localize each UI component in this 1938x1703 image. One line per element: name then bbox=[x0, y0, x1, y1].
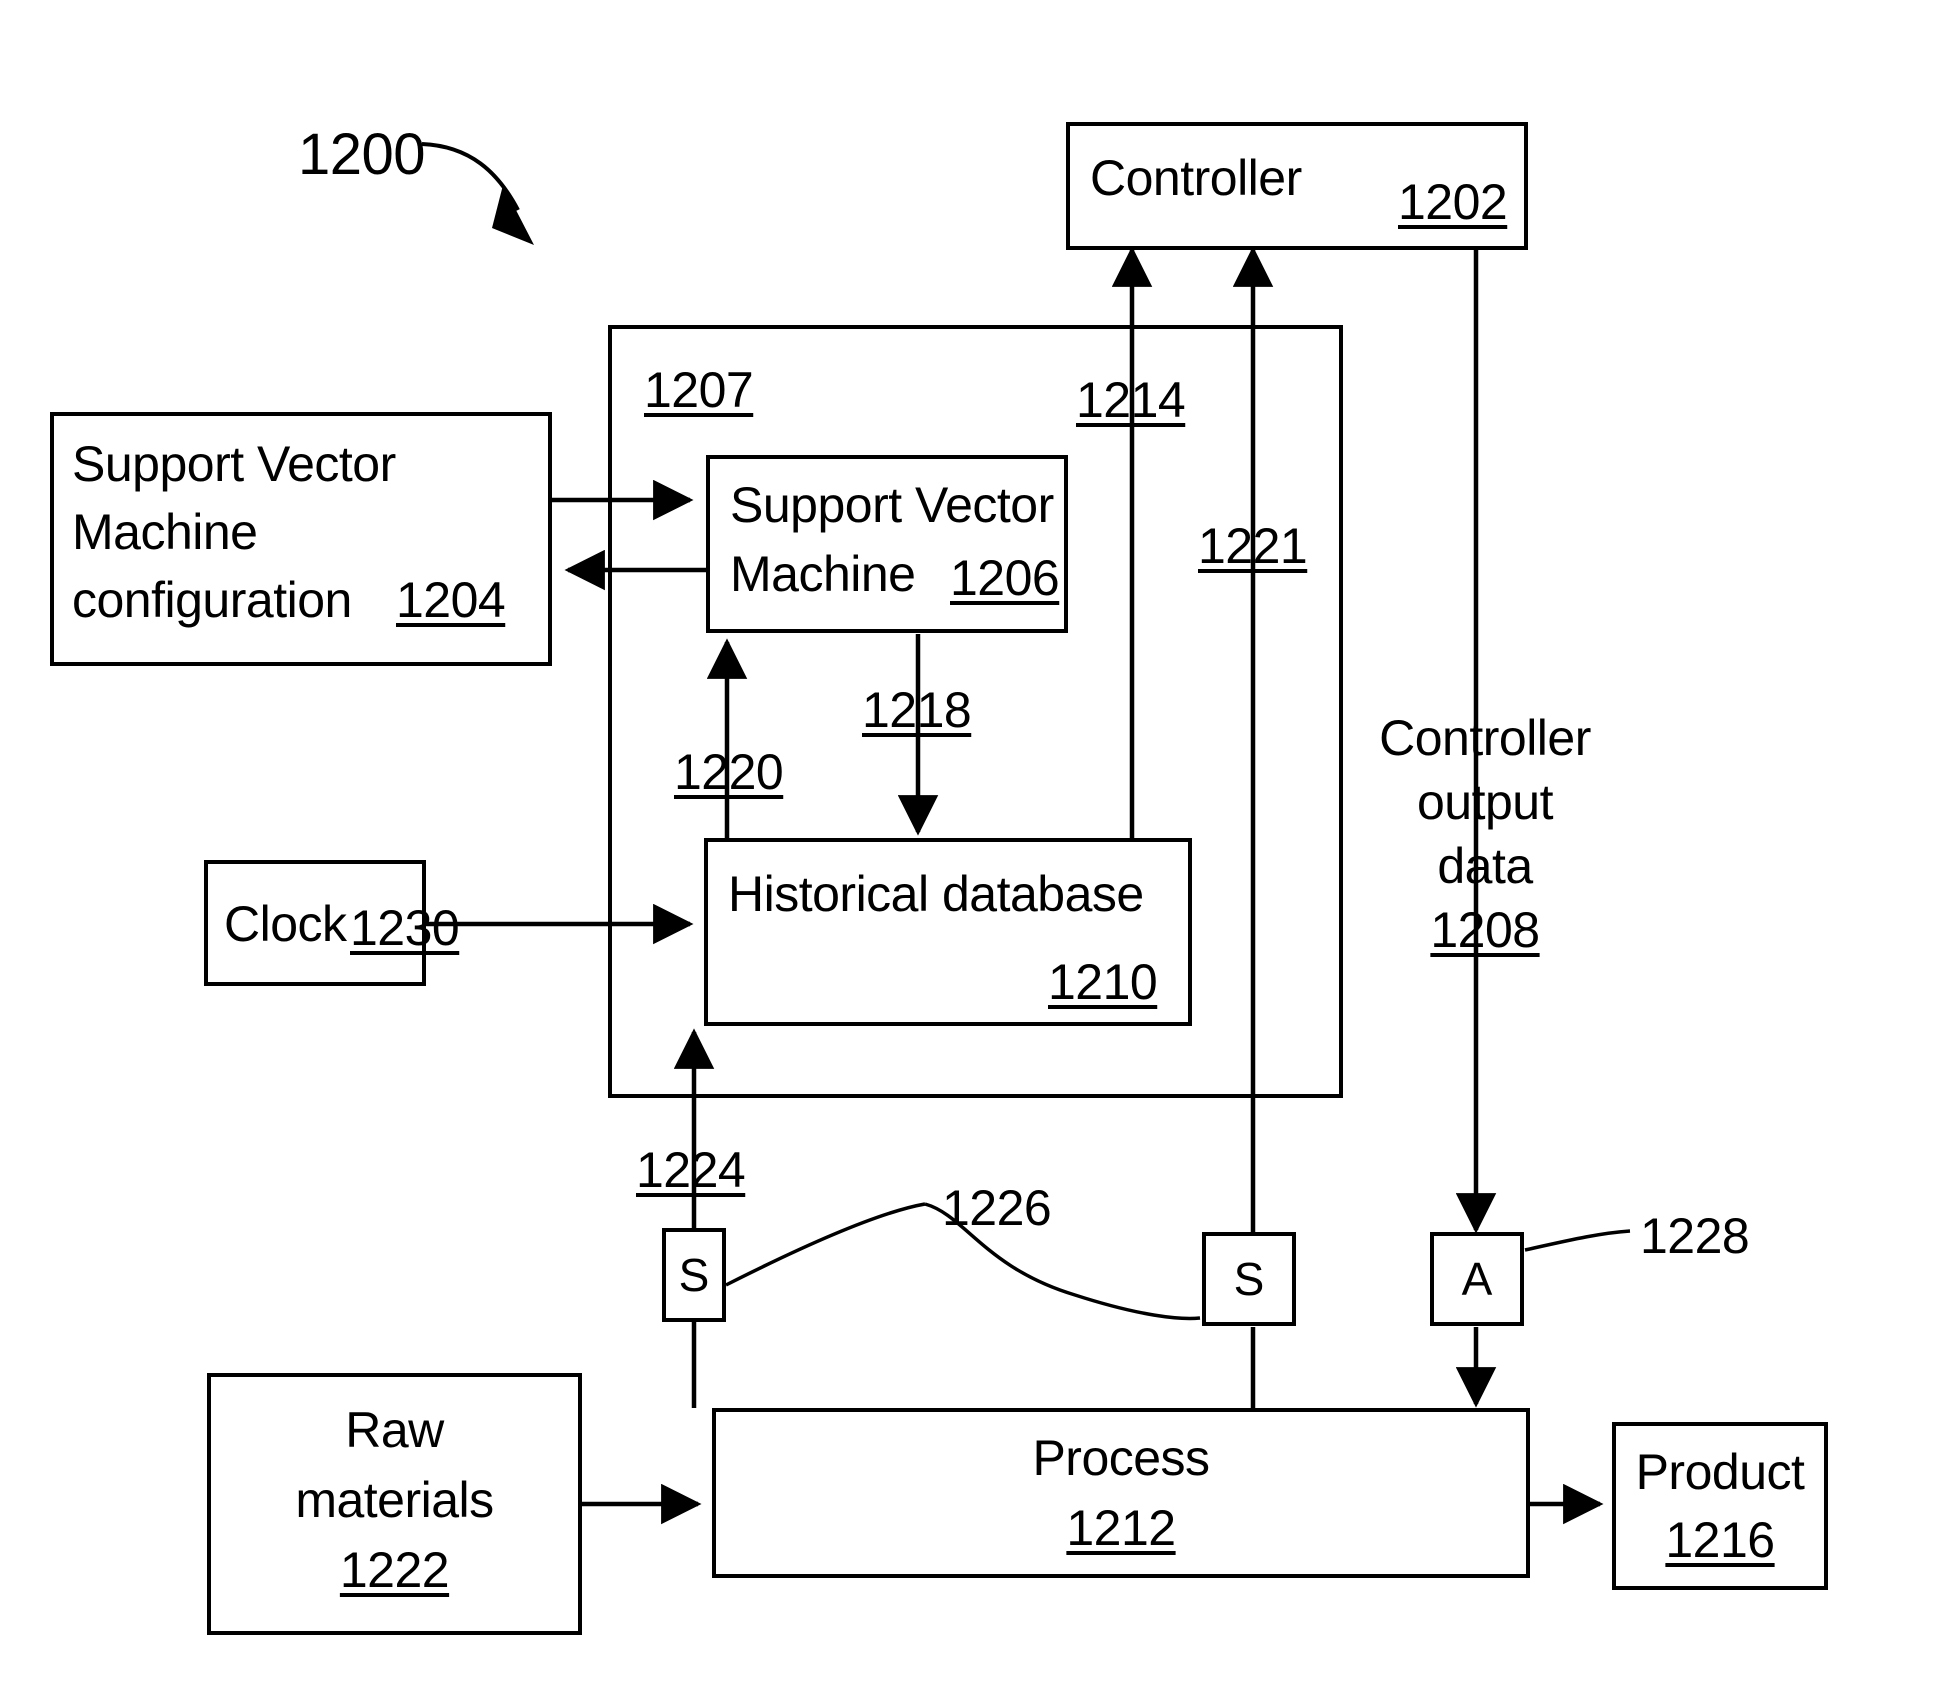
leader-1200-arrowhead bbox=[492, 185, 534, 245]
connector-1221-ref: 1221 bbox=[1198, 518, 1308, 574]
connector-1224-ref: 1224 bbox=[636, 1142, 746, 1198]
figure-canvas: 1207 Controller 1202 Support Vector Mach… bbox=[0, 0, 1938, 1703]
controller-output-data-line1: Controller bbox=[1379, 710, 1591, 766]
svm-configuration-line3: configuration bbox=[72, 572, 352, 628]
process-label: Process bbox=[1032, 1430, 1210, 1486]
leader-1226-left bbox=[725, 1202, 926, 1287]
historical-database-label: Historical database bbox=[728, 866, 1144, 922]
svm-configuration-line1: Support Vector bbox=[72, 436, 396, 492]
sensor-left[interactable]: S bbox=[662, 1228, 726, 1322]
actuator[interactable]: A bbox=[1430, 1232, 1524, 1326]
controller-output-data-line2: output bbox=[1416, 774, 1554, 830]
connector-1218-ref: 1218 bbox=[862, 682, 972, 738]
historical-database-ref: 1210 bbox=[1048, 954, 1158, 1010]
svm-line1: Support Vector bbox=[730, 477, 1054, 533]
connector-1228-ref: 1228 bbox=[1640, 1208, 1750, 1264]
clock-label: Clock bbox=[224, 896, 347, 952]
svm-configuration-line2: Machine bbox=[72, 504, 258, 560]
connector-1220-ref: 1220 bbox=[674, 744, 784, 800]
sensor-left-glyph: S bbox=[678, 1249, 710, 1301]
connector-1214-ref: 1214 bbox=[1076, 372, 1186, 428]
controller-ref: 1202 bbox=[1398, 174, 1508, 230]
container-1207-ref: 1207 bbox=[644, 362, 754, 418]
sensor-right-glyph: S bbox=[1233, 1253, 1265, 1305]
clock-ref: 1230 bbox=[350, 900, 460, 956]
svm-ref: 1206 bbox=[950, 550, 1060, 606]
controller-output-data-ref: 1208 bbox=[1430, 902, 1540, 958]
connector-1226-ref: 1226 bbox=[942, 1180, 1052, 1236]
svm-line2: Machine bbox=[730, 546, 916, 602]
leader-1200 bbox=[421, 142, 520, 211]
raw-materials-line1: Raw bbox=[345, 1402, 444, 1458]
sensor-right[interactable]: S bbox=[1202, 1232, 1296, 1326]
product-label: Product bbox=[1635, 1444, 1805, 1500]
controller-output-data-line3: data bbox=[1437, 838, 1533, 894]
raw-materials-line2: materials bbox=[295, 1472, 494, 1528]
actuator-glyph: A bbox=[1461, 1253, 1493, 1305]
process-ref: 1212 bbox=[1066, 1500, 1176, 1556]
product-ref: 1216 bbox=[1665, 1512, 1775, 1568]
controller-label: Controller bbox=[1090, 150, 1302, 206]
figure-number: 1200 bbox=[298, 122, 426, 187]
leader-1228 bbox=[1524, 1229, 1631, 1252]
svm-configuration-ref: 1204 bbox=[396, 572, 506, 628]
raw-materials-ref: 1222 bbox=[339, 1542, 450, 1598]
